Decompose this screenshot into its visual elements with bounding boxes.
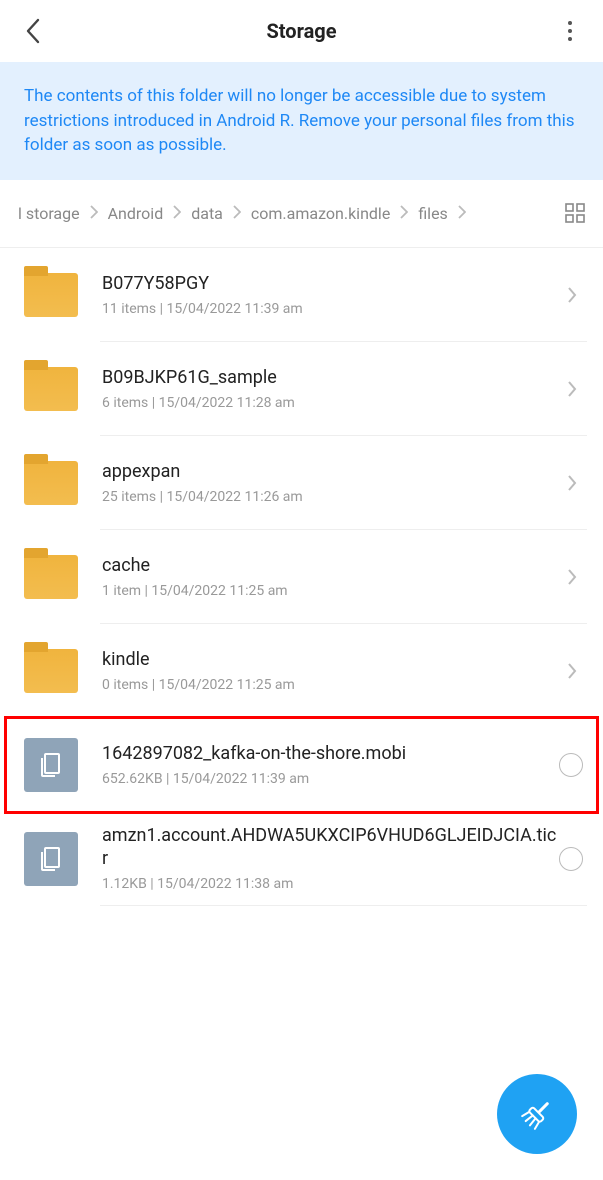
item-name: B09BJKP61G_sample (102, 367, 561, 390)
breadcrumb-item[interactable]: l storage (18, 204, 80, 223)
folder-row[interactable]: appexpan 25 items | 15/04/2022 11:26 am (0, 436, 603, 530)
item-name: appexpan (102, 461, 561, 484)
breadcrumb-item[interactable]: Android (108, 204, 164, 223)
select-checkbox[interactable] (559, 847, 583, 871)
back-button[interactable] (14, 12, 52, 50)
breadcrumb-item[interactable]: com.amazon.kindle (251, 204, 390, 223)
item-name: 1642897082_kafka-on-the-shore.mobi (102, 743, 559, 766)
folder-icon (24, 644, 78, 698)
folder-row[interactable]: B09BJKP61G_sample 6 items | 15/04/2022 11… (0, 342, 603, 436)
breadcrumb-item[interactable]: data (191, 204, 223, 223)
item-meta: 11 items | 15/04/2022 11:39 am (102, 301, 561, 317)
item-info: B09BJKP61G_sample 6 items | 15/04/2022 11… (102, 367, 561, 412)
item-info: cache 1 item | 15/04/2022 11:25 am (102, 555, 561, 600)
item-meta: 652.62KB | 15/04/2022 11:39 am (102, 771, 559, 787)
file-icon (24, 832, 78, 886)
folder-icon (24, 550, 78, 604)
item-info: B077Y58PGY 11 items | 15/04/2022 11:39 am (102, 273, 561, 318)
item-meta: 0 items | 15/04/2022 11:25 am (102, 677, 561, 693)
file-icon (24, 738, 78, 792)
item-name: B077Y58PGY (102, 273, 561, 296)
item-meta: 1.12KB | 15/04/2022 11:38 am (102, 876, 559, 892)
item-name: cache (102, 555, 561, 578)
folder-row[interactable]: kindle 0 items | 15/04/2022 11:25 am (0, 624, 603, 718)
chevron-right-icon (561, 378, 583, 400)
select-checkbox[interactable] (559, 753, 583, 777)
item-meta: 6 items | 15/04/2022 11:28 am (102, 395, 561, 411)
item-meta: 25 items | 15/04/2022 11:26 am (102, 489, 561, 505)
chevron-right-icon (173, 204, 181, 223)
item-info: appexpan 25 items | 15/04/2022 11:26 am (102, 461, 561, 506)
file-row[interactable]: amzn1.account.AHDWA5UKXCIP6VHUD6GLJEIDJC… (0, 812, 603, 906)
page-title: Storage (52, 19, 551, 43)
breadcrumb: l storage Android data com.amazon.kindle fil… (0, 180, 603, 248)
broom-icon (517, 1094, 557, 1134)
item-name: kindle (102, 649, 561, 672)
item-info: 1642897082_kafka-on-the-shore.mobi 652.62… (102, 743, 559, 788)
folder-icon (24, 362, 78, 416)
folder-icon (24, 268, 78, 322)
chevron-right-icon (233, 204, 241, 223)
chevron-right-icon (561, 284, 583, 306)
item-info: amzn1.account.AHDWA5UKXCIP6VHUD6GLJEIDJC… (102, 825, 559, 892)
folder-row[interactable]: cache 1 item | 15/04/2022 11:25 am (0, 530, 603, 624)
grid-icon (565, 203, 585, 223)
folder-icon (24, 456, 78, 510)
item-name: amzn1.account.AHDWA5UKXCIP6VHUD6GLJEIDJC… (102, 825, 559, 870)
chevron-right-icon (561, 660, 583, 682)
grid-view-toggle[interactable] (565, 203, 585, 223)
chevron-right-icon (561, 566, 583, 588)
chevron-right-icon (90, 204, 98, 223)
file-row[interactable]: 1642897082_kafka-on-the-shore.mobi 652.62… (0, 718, 603, 812)
folder-row[interactable]: B077Y58PGY 11 items | 15/04/2022 11:39 am (0, 248, 603, 342)
chevron-right-icon (458, 204, 466, 223)
item-info: kindle 0 items | 15/04/2022 11:25 am (102, 649, 561, 694)
more-menu-button[interactable] (551, 12, 589, 50)
chevron-left-icon (25, 18, 41, 44)
warning-banner: The contents of this folder will no long… (0, 62, 603, 180)
breadcrumb-item[interactable]: files (418, 204, 448, 223)
item-meta: 1 item | 15/04/2022 11:25 am (102, 583, 561, 599)
chevron-right-icon (561, 472, 583, 494)
clean-fab-button[interactable] (497, 1074, 577, 1154)
header: Storage (0, 0, 603, 62)
chevron-right-icon (400, 204, 408, 223)
file-list: B077Y58PGY 11 items | 15/04/2022 11:39 am… (0, 248, 603, 906)
